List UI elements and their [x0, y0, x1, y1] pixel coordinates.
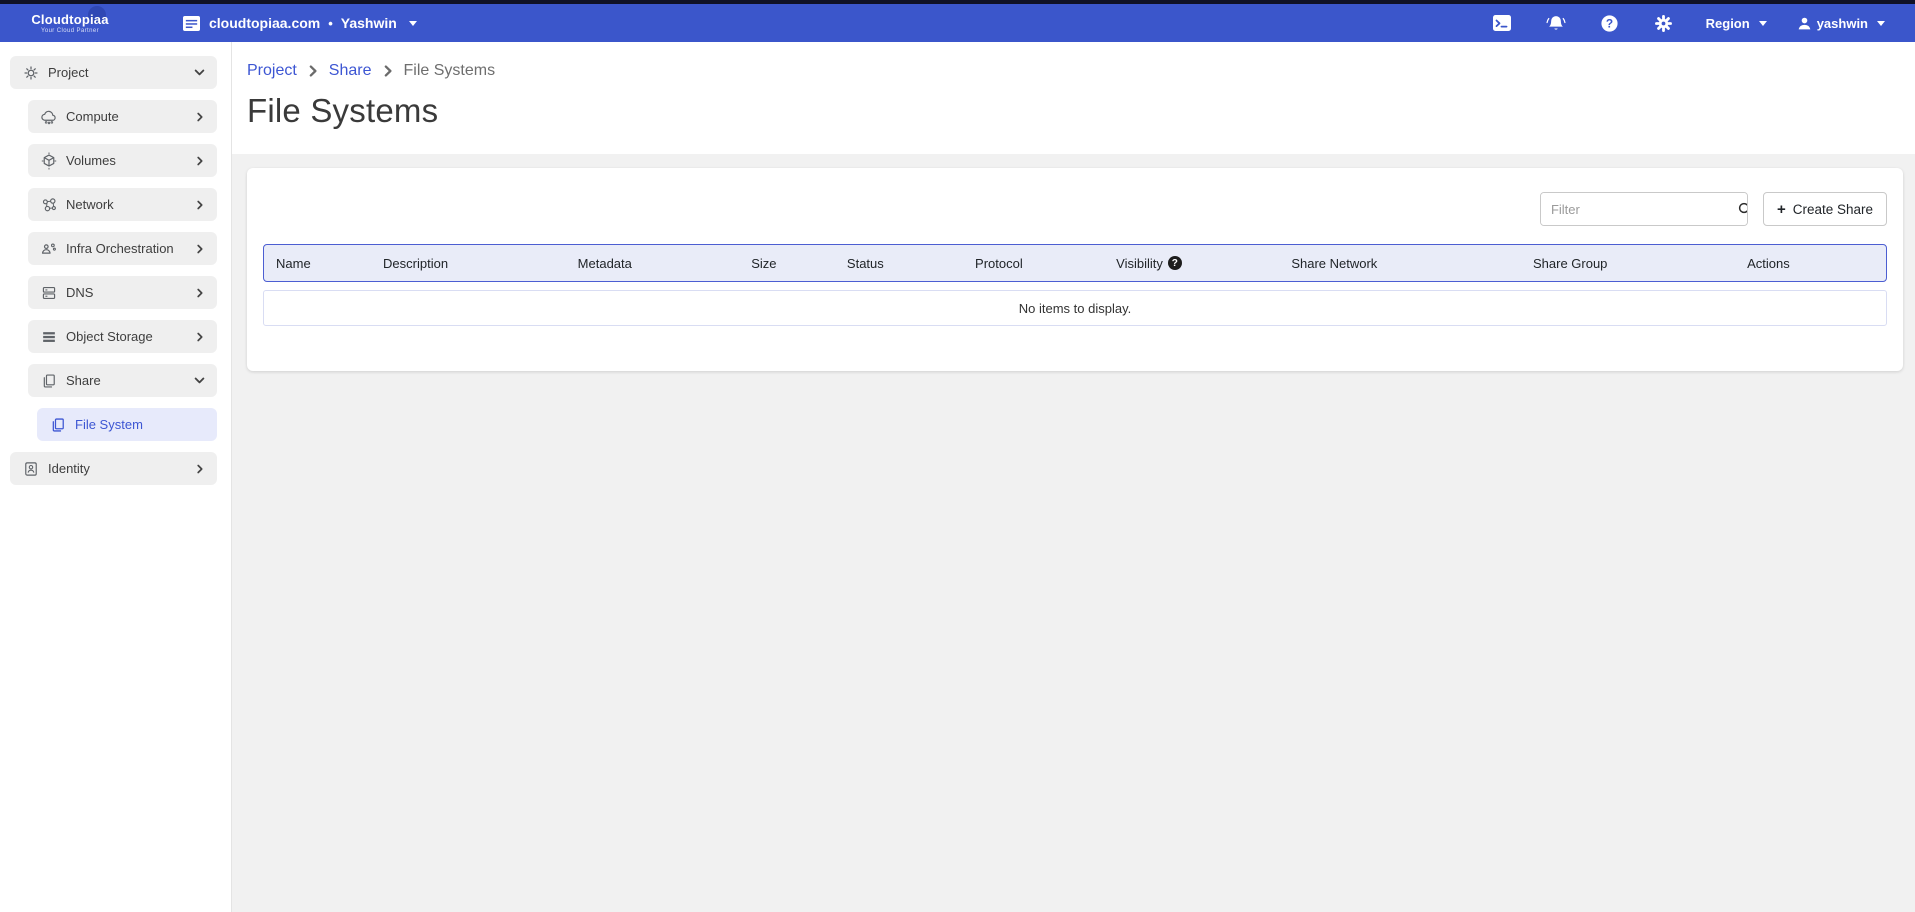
main-content: Project Share File Systems File Systems: [232, 42, 1915, 912]
chevron-down-icon: [194, 375, 205, 386]
chevron-right-icon: [195, 112, 205, 122]
project-label: Yashwin: [341, 15, 397, 31]
settings-button[interactable]: [1644, 8, 1684, 38]
chevron-right-icon: [382, 65, 394, 77]
sidebar-item-project[interactable]: Project: [10, 56, 217, 89]
column-header-name: Name: [264, 256, 371, 271]
sidebar-item-label: Object Storage: [66, 329, 153, 344]
caret-down-icon: [409, 21, 417, 26]
sidebar-item-volumes[interactable]: Volumes: [28, 144, 217, 177]
chevron-down-icon: [194, 67, 205, 78]
column-header-visibility: Visibility ?: [1104, 256, 1279, 271]
breadcrumb: Project Share File Systems: [247, 62, 1895, 80]
stacked-bars-icon: [40, 328, 66, 346]
create-share-label: Create Share: [1793, 202, 1873, 217]
visibility-help-icon[interactable]: ?: [1168, 256, 1182, 270]
file-systems-panel: + Create Share Name Description Metadata…: [247, 168, 1903, 371]
user-icon: [1797, 16, 1812, 31]
sidebar-item-label: Volumes: [66, 153, 116, 168]
cube-icon: [40, 152, 66, 170]
sidebar-item-infra-orchestration[interactable]: Infra Orchestration: [28, 232, 217, 265]
sidebar-item-object-storage[interactable]: Object Storage: [28, 320, 217, 353]
cloud-icon: [40, 108, 66, 126]
filter-group: [1540, 192, 1748, 226]
column-header-share-network: Share Network: [1279, 256, 1521, 271]
bell-icon: [1545, 14, 1567, 33]
person-gear-icon: [40, 240, 66, 258]
chevron-right-icon: [195, 332, 205, 342]
sidebar-item-share[interactable]: Share: [28, 364, 217, 397]
sidebar-item-label: Identity: [48, 461, 90, 476]
page-title: File Systems: [247, 92, 1895, 130]
terminal-console-button[interactable]: [1482, 8, 1522, 38]
brand-tagline: Your Cloud Partner: [22, 28, 118, 34]
sidebar-item-dns[interactable]: DNS: [28, 276, 217, 309]
chevron-right-icon: [195, 464, 205, 474]
sidebar-item-label: Infra Orchestration: [66, 241, 174, 256]
column-header-status: Status: [835, 256, 963, 271]
breadcrumb-link-share[interactable]: Share: [329, 62, 372, 80]
brand-name: Cloudtopiaa: [22, 12, 118, 27]
top-navbar: Cloudtopiaa Your Cloud Partner cloudtopi…: [0, 4, 1915, 42]
notifications-button[interactable]: [1536, 8, 1576, 38]
create-share-button[interactable]: + Create Share: [1763, 192, 1887, 226]
table-toolbar: + Create Share: [263, 192, 1887, 226]
column-header-protocol: Protocol: [963, 256, 1104, 271]
server-stack-icon: [40, 284, 66, 302]
sidebar-item-network[interactable]: Network: [28, 188, 217, 221]
sidebar-item-label: File System: [75, 417, 143, 432]
column-header-size: Size: [739, 256, 835, 271]
id-badge-icon: [22, 460, 48, 478]
sidebar-item-label: Compute: [66, 109, 119, 124]
terminal-icon: [1492, 14, 1512, 32]
empty-message: No items to display.: [1019, 301, 1131, 316]
brand-logo[interactable]: Cloudtopiaa Your Cloud Partner: [22, 12, 118, 34]
user-menu-dropdown[interactable]: yashwin: [1789, 16, 1893, 31]
column-header-metadata: Metadata: [566, 256, 740, 271]
copy-pages-icon: [49, 416, 75, 434]
caret-down-icon: [1759, 21, 1767, 26]
breadcrumb-current: File Systems: [404, 62, 496, 80]
help-button[interactable]: ?: [1590, 8, 1630, 38]
page-header: Project Share File Systems File Systems: [232, 42, 1915, 154]
plus-icon: +: [1777, 202, 1786, 217]
chevron-right-icon: [195, 200, 205, 210]
sidebar-item-identity[interactable]: Identity: [10, 452, 217, 485]
region-label: Region: [1706, 16, 1750, 31]
help-icon: ?: [1600, 14, 1619, 33]
console-window-icon: [182, 15, 201, 32]
column-header-share-group: Share Group: [1521, 256, 1735, 271]
context-separator: •: [328, 16, 333, 31]
chevron-right-icon: [307, 65, 319, 77]
table-header-row: Name Description Metadata Size Status Pr…: [263, 244, 1887, 282]
sidebar-item-label: DNS: [66, 285, 93, 300]
column-header-description: Description: [371, 256, 566, 271]
region-dropdown[interactable]: Region: [1698, 16, 1775, 31]
domain-project-selector[interactable]: cloudtopiaa.com • Yashwin: [182, 15, 417, 32]
sidebar: Project Compute: [0, 42, 232, 912]
copy-pages-icon: [40, 372, 66, 390]
network-nodes-icon: [40, 196, 66, 214]
domain-label: cloudtopiaa.com: [209, 15, 320, 31]
chevron-right-icon: [195, 244, 205, 254]
sidebar-item-label: Share: [66, 373, 101, 388]
gear-icon: [22, 64, 48, 82]
table-empty-row: No items to display.: [263, 290, 1887, 326]
gear-icon: [1654, 14, 1673, 33]
sidebar-item-file-system[interactable]: File System: [37, 408, 217, 441]
column-header-actions: Actions: [1735, 256, 1886, 271]
filter-input[interactable]: [1541, 193, 1737, 225]
search-button[interactable]: [1737, 193, 1748, 225]
svg-text:?: ?: [1606, 16, 1613, 30]
sidebar-item-label: Project: [48, 65, 88, 80]
sidebar-item-label: Network: [66, 197, 114, 212]
search-icon: [1737, 201, 1748, 217]
chevron-right-icon: [195, 156, 205, 166]
breadcrumb-link-project[interactable]: Project: [247, 62, 297, 80]
caret-down-icon: [1877, 21, 1885, 26]
sidebar-item-compute[interactable]: Compute: [28, 100, 217, 133]
user-name-label: yashwin: [1817, 16, 1868, 31]
chevron-right-icon: [195, 288, 205, 298]
